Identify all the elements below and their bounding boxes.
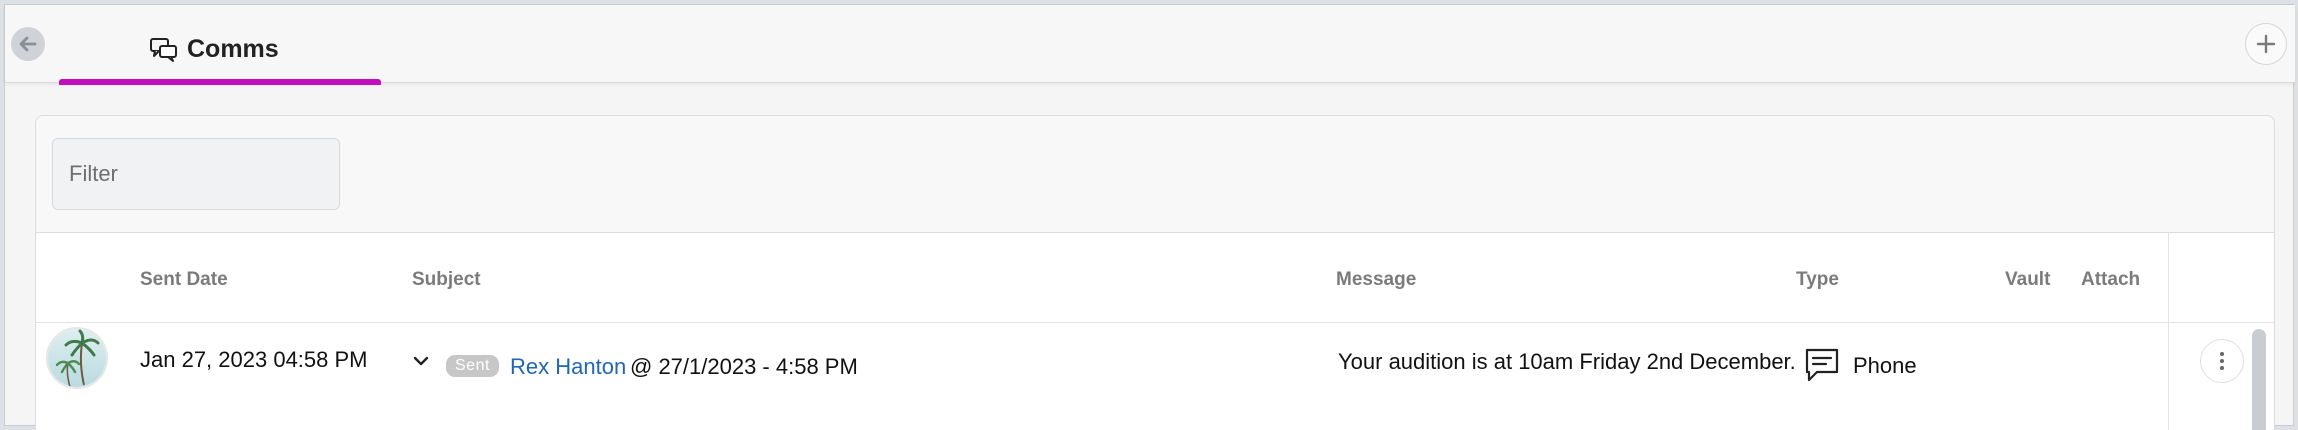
chat-message-icon [1805, 348, 1839, 382]
type-icon-wrapper [1802, 345, 1842, 390]
tab-bar: Comms [5, 5, 2295, 85]
avatar [46, 327, 108, 389]
vertical-scrollbar[interactable] [2252, 329, 2266, 430]
message-text: Your audition is at 10am Friday 2nd Dece… [1338, 349, 1796, 374]
arrow-left-icon [19, 36, 37, 52]
row-actions-button[interactable] [2200, 339, 2244, 383]
filter-input[interactable] [52, 138, 340, 210]
chat-bubbles-icon [150, 37, 177, 62]
header-message[interactable]: Message [1336, 269, 1416, 291]
palm-trees-avatar [48, 329, 106, 387]
add-button[interactable] [2245, 23, 2287, 65]
app-window: Comms Sent Date Subject Message Type Vau… [4, 4, 2295, 430]
header-sent-date[interactable]: Sent Date [140, 269, 228, 291]
recipient-link[interactable]: Rex Hanton [510, 354, 626, 380]
header-type[interactable]: Type [1796, 269, 1839, 291]
type-label: Phone [1853, 353, 1917, 378]
active-tab-indicator [59, 79, 381, 85]
status-badge: Sent [446, 355, 499, 377]
expand-toggle[interactable] [411, 351, 431, 376]
table-header: Sent Date Subject Message Type Vault Att… [36, 233, 2274, 323]
more-vertical-icon [2220, 352, 2224, 370]
chevron-down-icon [413, 356, 429, 366]
back-button[interactable] [11, 27, 45, 61]
tab-label: Comms [187, 35, 279, 63]
table-row[interactable]: Jan 27, 2023 04:58 PM Sent Rex Hanton @ … [36, 323, 2274, 430]
subject-timestamp: @ 27/1/2023 - 4:58 PM [630, 354, 858, 379]
header-vault[interactable]: Vault [2005, 269, 2050, 291]
sent-date: Jan 27, 2023 04:58 PM [140, 347, 368, 372]
header-attach[interactable]: Attach [2081, 269, 2140, 291]
comms-panel: Sent Date Subject Message Type Vault Att… [35, 115, 2275, 430]
comms-table: Sent Date Subject Message Type Vault Att… [36, 232, 2274, 430]
plus-icon [2256, 34, 2276, 54]
header-subject[interactable]: Subject [412, 269, 481, 291]
tab-comms[interactable]: Comms [59, 5, 381, 85]
